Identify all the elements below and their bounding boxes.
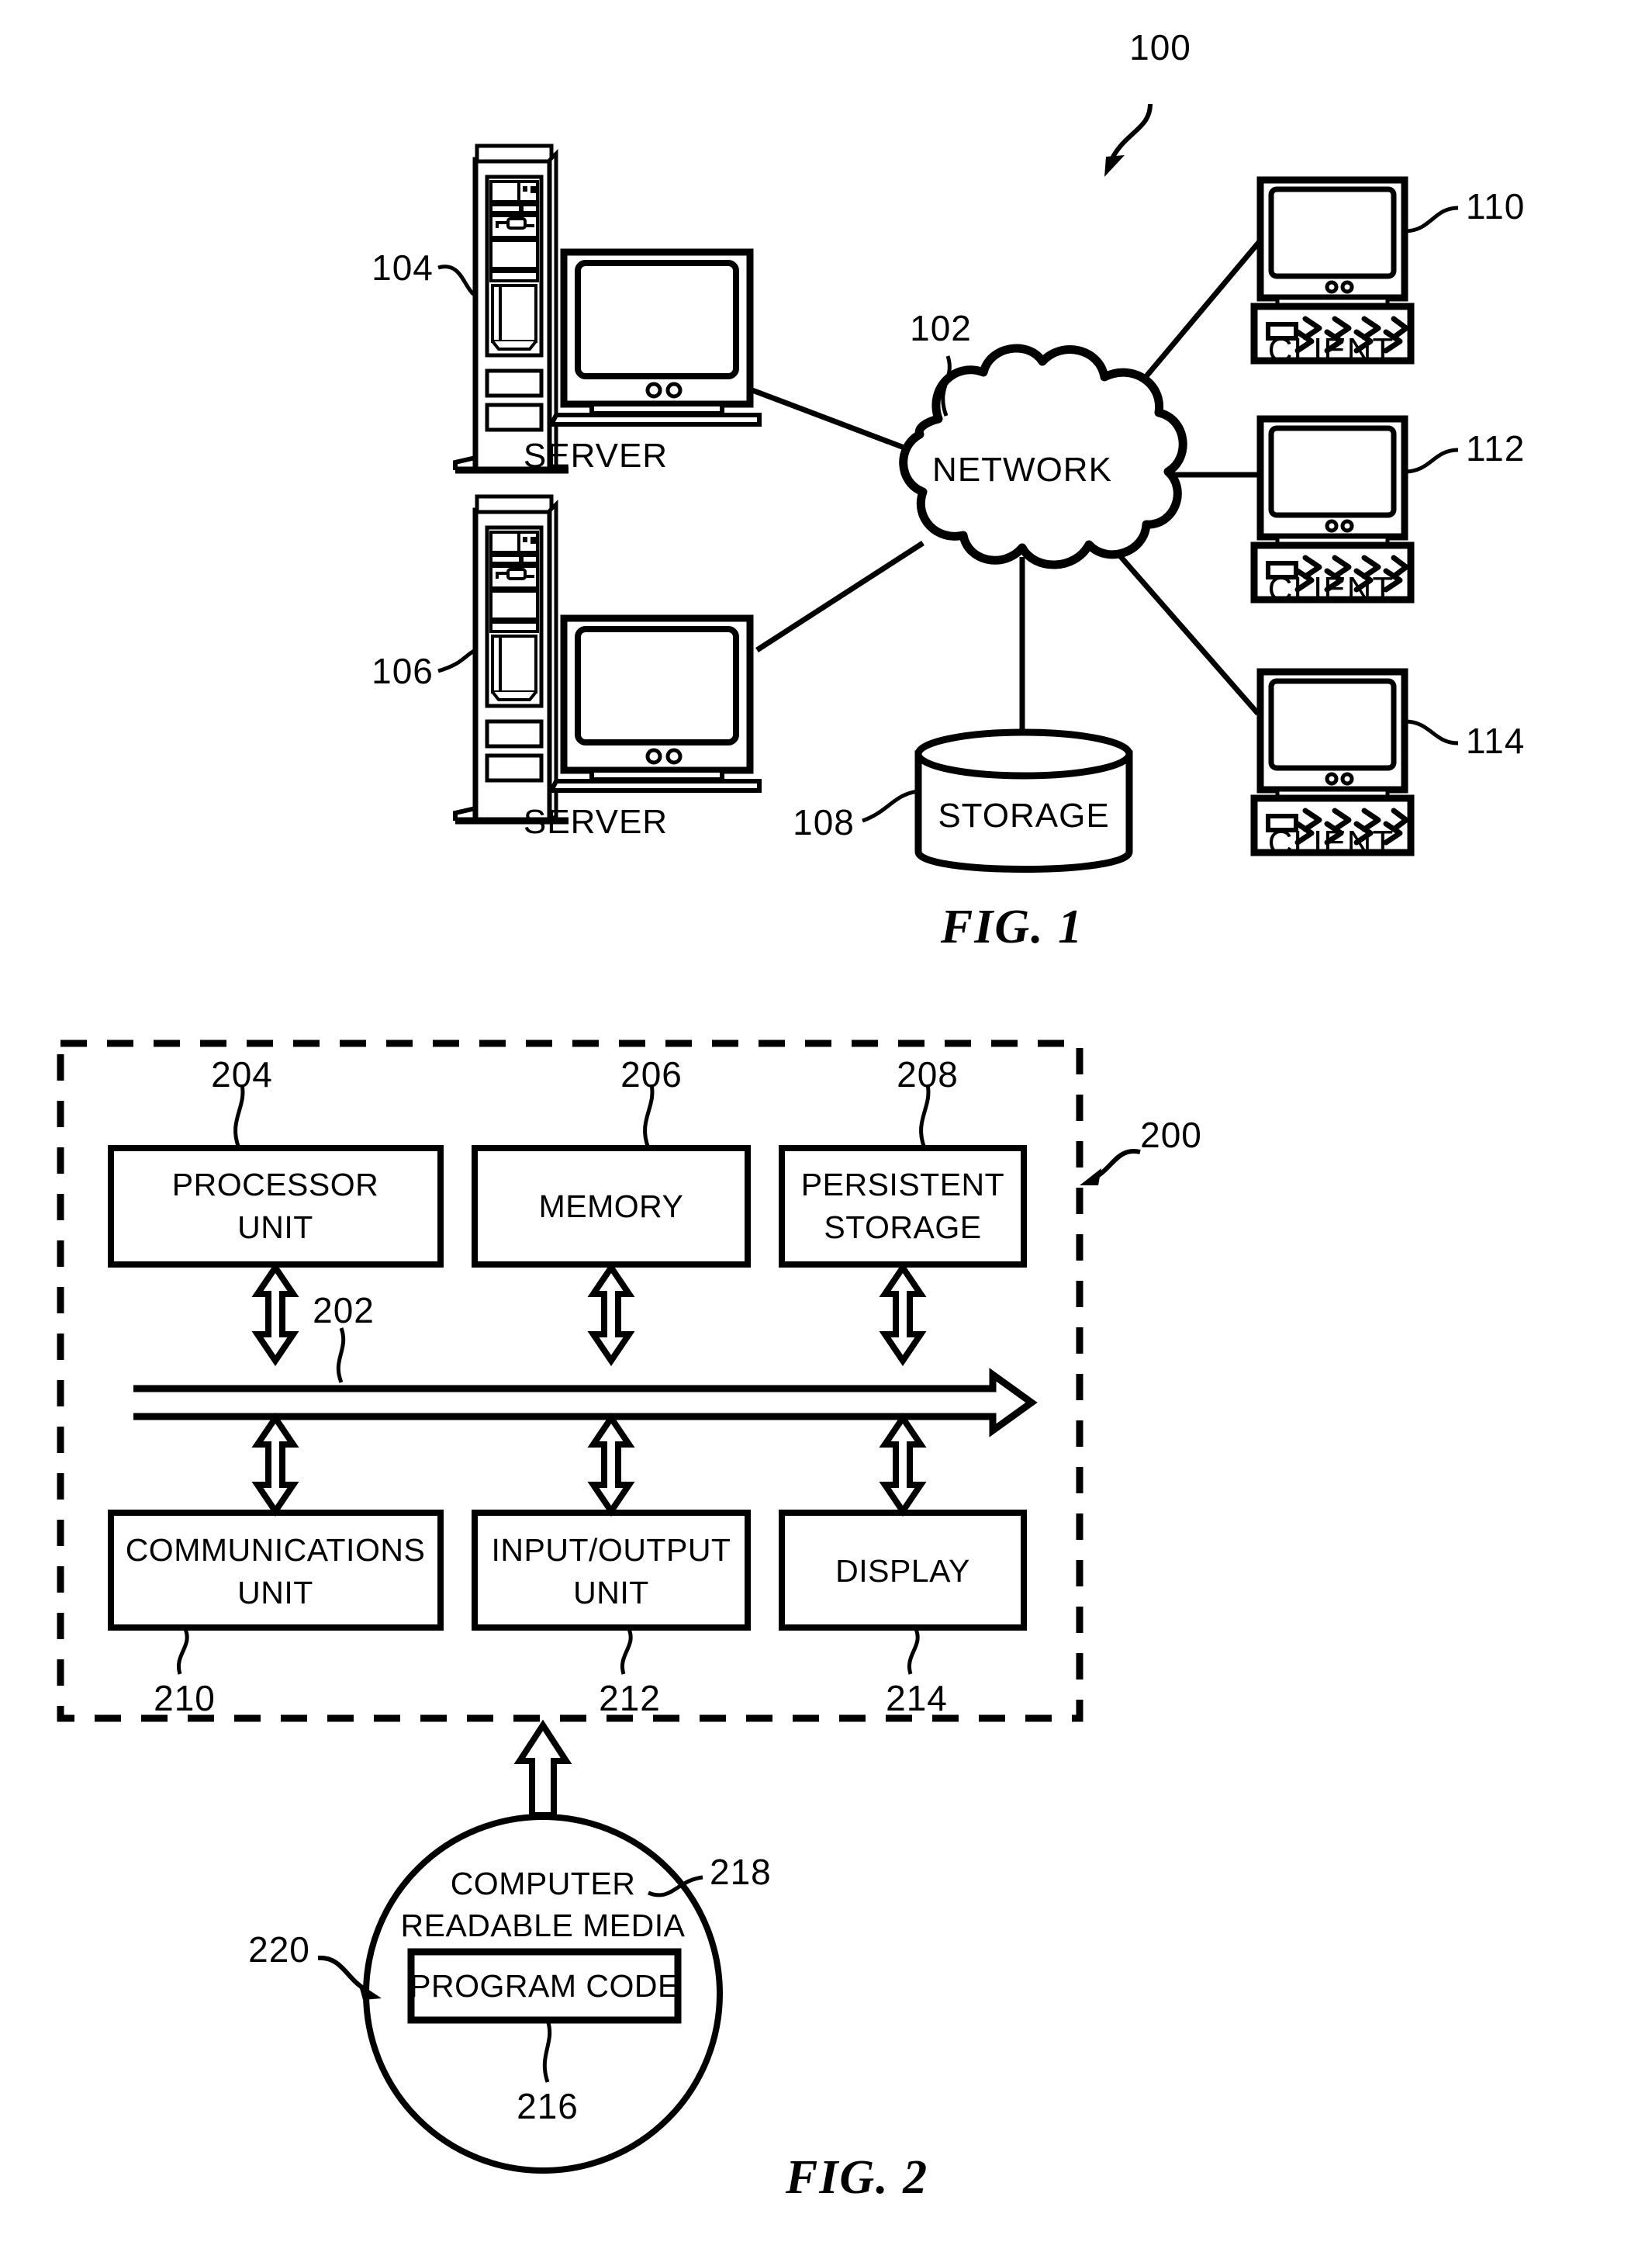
- ref-number-108: 108: [793, 802, 855, 842]
- ref-202-leader: [336, 1327, 346, 1383]
- ref-number-214: 214: [886, 1678, 948, 1718]
- ref-108-leader: [862, 789, 919, 823]
- bus-arrow-processor: [257, 1268, 293, 1361]
- persistent-storage-label-line2: STORAGE: [824, 1209, 982, 1245]
- client-110-label: CLIENT: [1267, 331, 1395, 369]
- memory-label: MEMORY: [538, 1188, 684, 1224]
- storage-label: STORAGE: [938, 797, 1110, 835]
- ref-number-110: 110: [1466, 186, 1526, 227]
- ref-number-202: 202: [313, 1290, 375, 1330]
- computer-readable-media-label-line2: READABLE MEDIA: [400, 1908, 686, 1943]
- ref-110-leader: [1404, 206, 1459, 234]
- bus-arrow-input-output: [593, 1418, 629, 1511]
- ref-number-220: 220: [248, 1929, 310, 1970]
- ref-number-100: 100: [1129, 27, 1191, 67]
- communications-unit-label-line1: COMMUNICATIONS: [125, 1532, 426, 1568]
- ref-114-leader: [1404, 719, 1459, 745]
- media-load-arrow: [513, 1719, 572, 1818]
- ref-number-216: 216: [517, 2086, 579, 2126]
- bus-arrow-memory: [593, 1268, 629, 1361]
- client-114-label: CLIENT: [1267, 824, 1395, 862]
- link-server106-network: [755, 541, 924, 652]
- patent-drawing-sheet: 100 104 SERVER 106 SERVER 102 NETWORK 10…: [0, 0, 1652, 2252]
- figure-1-caption: FIG. 1: [940, 901, 1084, 953]
- ref-number-212: 212: [599, 1678, 661, 1718]
- server-104-label: SERVER: [523, 437, 669, 475]
- input-output-unit-label-line1: INPUT/OUTPUT: [491, 1532, 731, 1568]
- ref-106-leader: [437, 648, 477, 673]
- persistent-storage-box: [779, 1145, 1027, 1268]
- processor-unit-label-line2: UNIT: [237, 1209, 313, 1245]
- ref-number-114: 114: [1466, 721, 1526, 761]
- ref-number-208: 208: [897, 1054, 959, 1095]
- processor-unit-label-line1: PROCESSOR: [171, 1167, 379, 1202]
- ref-100-leader: [1104, 103, 1153, 177]
- network-label: NETWORK: [932, 451, 1112, 489]
- processor-unit-box: [108, 1145, 444, 1268]
- ref-number-204: 204: [211, 1054, 273, 1095]
- figure-2-caption: FIG. 2: [785, 2151, 929, 2204]
- communications-unit-label-line2: UNIT: [237, 1575, 313, 1610]
- bus-arrow-persistent-storage: [885, 1268, 921, 1361]
- ref-200-leader: [1080, 1148, 1141, 1185]
- server-106-label: SERVER: [523, 803, 669, 841]
- ref-number-104: 104: [372, 247, 434, 288]
- ref-leaders-top: [233, 1084, 931, 1149]
- ref-number-106: 106: [372, 651, 434, 691]
- server-106-monitor: [551, 618, 759, 790]
- program-code-label: PROGRAM CODE: [410, 1968, 679, 2004]
- display-label: DISPLAY: [835, 1553, 970, 1589]
- bus-arrow-communications: [257, 1418, 293, 1511]
- computer-readable-media-label-line1: COMPUTER: [450, 1866, 636, 1901]
- ref-number-210: 210: [154, 1678, 216, 1718]
- bus-arrow-display: [885, 1418, 921, 1511]
- ref-number-206: 206: [620, 1054, 683, 1095]
- ref-leaders-bottom: [177, 1626, 920, 1675]
- figure-vector-layer: [57, 103, 1459, 2174]
- server-104-monitor: [551, 252, 759, 424]
- ref-number-102: 102: [910, 308, 972, 348]
- persistent-storage-label-line1: PERSISTENT: [800, 1167, 1005, 1202]
- ref-number-112: 112: [1466, 428, 1526, 469]
- ref-number-218: 218: [710, 1852, 772, 1892]
- ref-104-leader: [437, 265, 477, 298]
- ref-112-leader: [1404, 448, 1459, 474]
- server-106-tower: [455, 496, 569, 821]
- input-output-unit-label-line2: UNIT: [573, 1575, 649, 1610]
- ref-number-200: 200: [1140, 1115, 1202, 1155]
- client-112-label: CLIENT: [1267, 570, 1395, 608]
